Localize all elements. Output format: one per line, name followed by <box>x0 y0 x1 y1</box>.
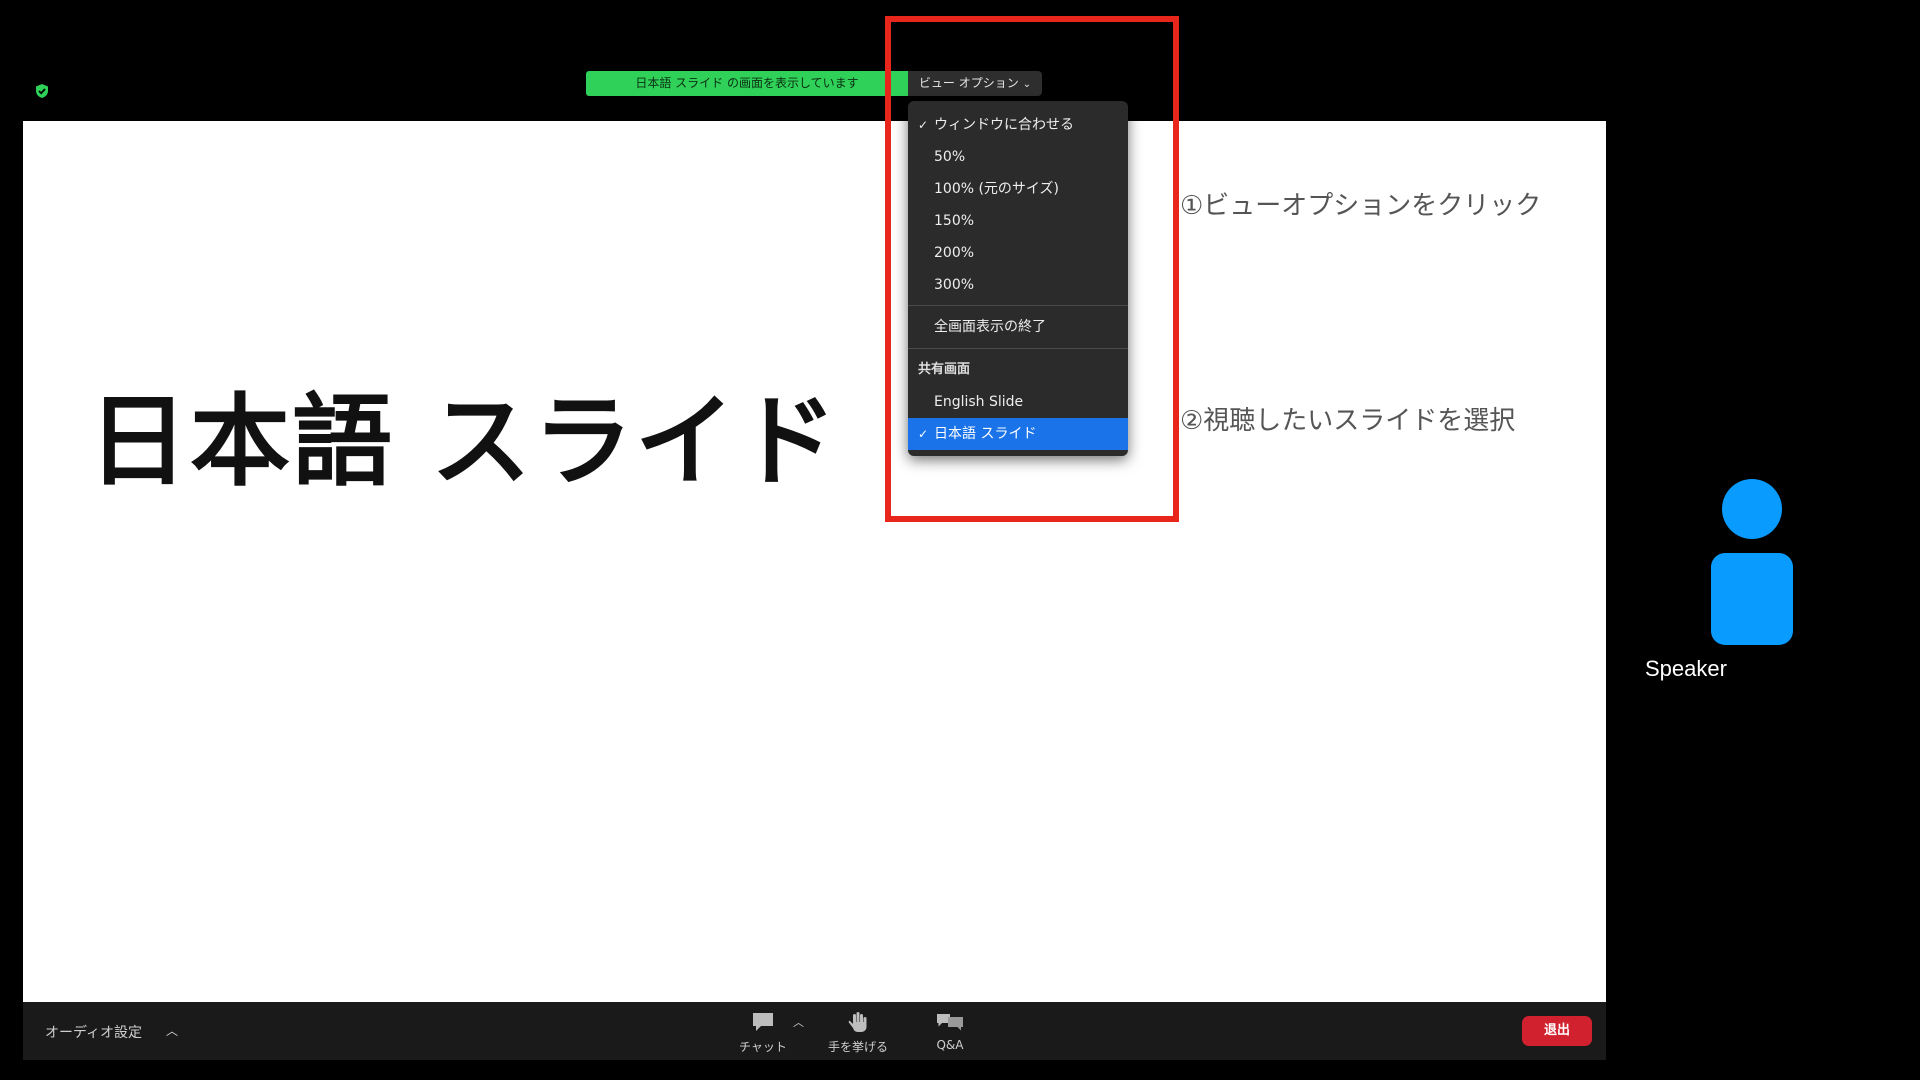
annotation-step-2: ②視聴したいスライドを選択 <box>1180 406 1516 436</box>
raise-hand-button[interactable]: 手を挙げる <box>822 1010 894 1055</box>
chevron-up-icon[interactable]: ︿ <box>793 1014 804 1030</box>
chat-button[interactable]: チャット <box>732 1010 794 1055</box>
chat-label: チャット <box>739 1040 787 1054</box>
leave-button[interactable]: 退出 <box>1522 1016 1592 1046</box>
chat-icon <box>753 1013 773 1031</box>
qa-icon <box>937 1014 963 1031</box>
speaker-avatar-body <box>1711 553 1793 645</box>
qa-button[interactable]: Q&A <box>922 1010 978 1052</box>
meeting-toolbar <box>23 1002 1606 1060</box>
slide-title: 日本語 スライド <box>88 383 839 500</box>
raise-hand-label: 手を挙げる <box>827 1040 888 1054</box>
annotation-highlight-box <box>885 16 1179 522</box>
speaker-name: Speaker <box>1645 656 1727 681</box>
hand-icon <box>848 1012 867 1032</box>
share-status-banner: 日本語 スライド の画面を表示しています <box>586 71 908 96</box>
qa-label: Q&A <box>936 1038 964 1052</box>
speaker-avatar-head <box>1722 479 1782 539</box>
shield-icon <box>36 84 48 98</box>
chevron-up-icon[interactable]: ︿ <box>166 1022 178 1039</box>
shared-screen <box>23 121 1606 1002</box>
audio-settings-button[interactable]: オーディオ設定 <box>45 1022 142 1042</box>
annotation-step-1: ①ビューオプションをクリック <box>1180 191 1542 221</box>
